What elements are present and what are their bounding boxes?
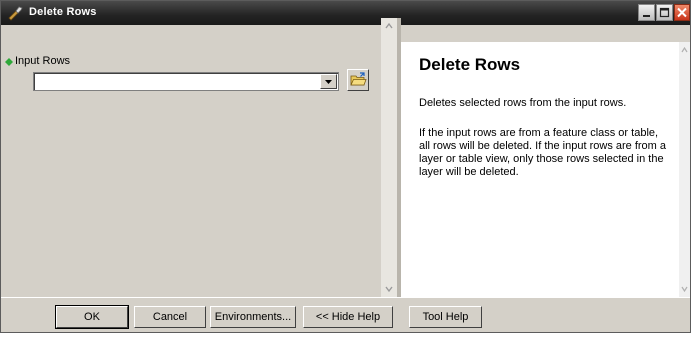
help-title: Delete Rows [419, 55, 521, 74]
chevron-down-icon [681, 286, 688, 293]
ok-button[interactable]: OK [56, 306, 128, 328]
input-rows-label: Input Rows [15, 55, 71, 67]
input-rows-field[interactable] [37, 74, 319, 89]
parameters-pane: Input Rows [1, 25, 387, 297]
button-bar: OK Cancel Environments... << Hide Help T… [1, 297, 690, 332]
chevron-up-icon [681, 46, 688, 53]
chevron-down-icon [325, 80, 332, 84]
help-scrollbar[interactable] [679, 42, 690, 297]
minimize-button[interactable] [638, 4, 655, 21]
chevron-up-icon [385, 22, 393, 29]
close-button[interactable] [674, 4, 690, 21]
environments-button[interactable]: Environments... [210, 306, 296, 328]
dialog-window: Delete Rows Input Rows Delete Rows Delet… [0, 0, 691, 333]
help-scroll-down-button[interactable] [679, 281, 690, 297]
minimize-icon [643, 15, 650, 17]
scroll-up-button[interactable] [381, 18, 397, 34]
browse-button[interactable] [347, 69, 369, 91]
tool-help-button[interactable]: Tool Help [409, 306, 482, 328]
title-bar[interactable]: Delete Rows [1, 1, 690, 25]
help-summary: Deletes selected rows from the input row… [419, 97, 627, 109]
help-scroll-up-button[interactable] [679, 42, 690, 58]
maximize-icon [659, 7, 670, 18]
dropdown-button[interactable] [320, 74, 337, 89]
help-pane: Delete Rows Deletes selected rows from t… [401, 42, 679, 297]
open-folder-icon [350, 72, 367, 86]
tool-icon [8, 6, 23, 21]
maximize-button[interactable] [656, 4, 673, 21]
hide-help-button[interactable]: << Hide Help [303, 306, 393, 328]
help-description: If the input rows are from a feature cla… [419, 127, 667, 178]
input-rows-combobox[interactable] [33, 72, 339, 91]
parameters-scrollbar[interactable] [381, 18, 397, 297]
chevron-down-icon [385, 286, 393, 293]
window-title: Delete Rows [29, 6, 97, 18]
cancel-button[interactable]: Cancel [134, 306, 206, 328]
close-icon [677, 7, 687, 18]
scroll-down-button[interactable] [381, 281, 397, 297]
required-indicator-icon [5, 58, 13, 66]
